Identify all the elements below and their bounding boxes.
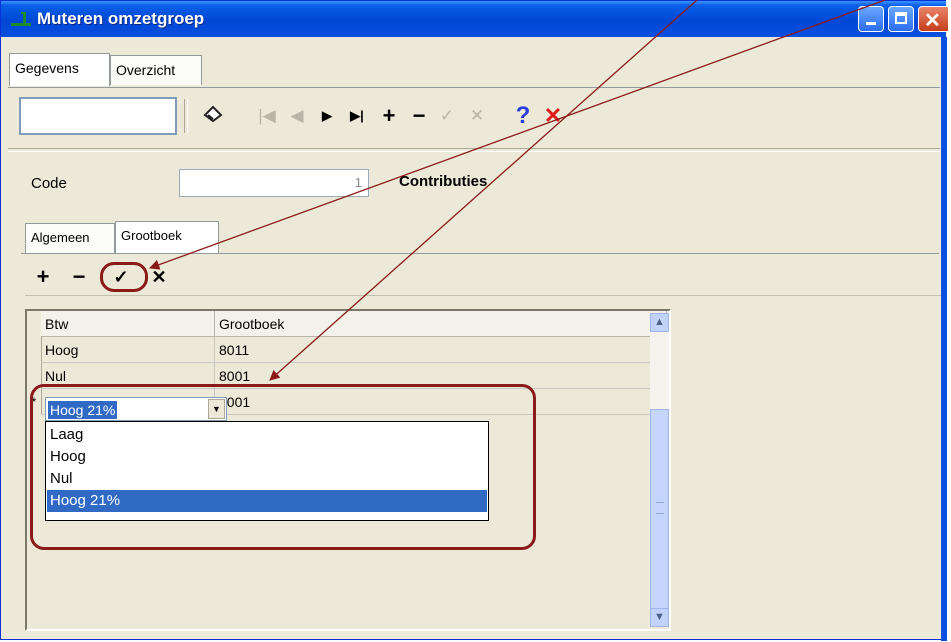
column-header-btw[interactable]: Btw: [41, 311, 215, 337]
window-title: Muteren omzetgroep: [37, 9, 205, 28]
scroll-down-icon[interactable]: ▼: [650, 608, 669, 627]
check-icon[interactable]: ✓: [435, 103, 459, 129]
annotation-highlight-dropdown: [30, 384, 536, 550]
plus-icon[interactable]: +: [377, 103, 401, 129]
grip-icon: [656, 502, 664, 514]
next-icon[interactable]: ▶: [315, 103, 339, 129]
minimize-button[interactable]: [858, 6, 884, 32]
window-border: [941, 37, 947, 641]
column-header-grootboek[interactable]: Grootboek: [215, 311, 667, 337]
first-icon[interactable]: |◀: [255, 103, 279, 129]
toolbar-separator: [184, 99, 188, 133]
scroll-up-icon[interactable]: ▲: [650, 313, 669, 332]
eraser-icon[interactable]: [201, 103, 225, 129]
scrollbar-thumb[interactable]: [650, 409, 669, 609]
code-label: Code: [31, 175, 67, 192]
detail-tab-divider: [21, 253, 939, 254]
tab-grootboek[interactable]: Grootboek: [115, 221, 219, 254]
grid-toolbar: + − ✓ ✕: [25, 259, 941, 296]
x-icon[interactable]: ✕: [147, 265, 171, 289]
last-icon[interactable]: ▶|: [345, 103, 369, 129]
code-field[interactable]: 1: [179, 169, 369, 197]
navigator-toolbar: |◀ ◀ ▶ ▶| + − ✓ ✕ ? ✕: [19, 97, 941, 139]
app-icon: [11, 12, 31, 26]
close-icon: ✕: [924, 10, 941, 32]
red-x-icon[interactable]: ✕: [541, 103, 565, 129]
previous-icon[interactable]: ◀: [285, 103, 309, 129]
title-bar[interactable]: Muteren omzetgroep ✕: [1, 1, 948, 37]
vertical-scrollbar[interactable]: ▲ ▼: [650, 313, 669, 627]
row-indicator[interactable]: [27, 337, 42, 363]
btw-cell[interactable]: Hoog: [41, 337, 215, 363]
tab-algemeen[interactable]: Algemeen: [25, 223, 115, 253]
search-input[interactable]: [19, 97, 177, 135]
minus-icon[interactable]: −: [407, 103, 431, 129]
plus-icon[interactable]: +: [31, 265, 55, 289]
annotation-highlight-check: [100, 262, 148, 292]
x-icon[interactable]: ✕: [465, 103, 489, 129]
maximize-button[interactable]: [888, 6, 914, 32]
grootboek-cell[interactable]: 8011: [215, 337, 667, 363]
panel-divider: [8, 148, 940, 152]
maximize-icon: [895, 12, 907, 24]
tab-divider: [8, 87, 940, 88]
row-indicator-header: [27, 311, 42, 337]
description-text: Contributies: [399, 173, 488, 190]
close-window-button[interactable]: ✕: [918, 6, 948, 32]
minimize-icon: [866, 22, 876, 25]
tab-overzicht[interactable]: Overzicht: [110, 55, 202, 85]
question-icon[interactable]: ?: [511, 103, 535, 129]
minus-icon[interactable]: −: [67, 265, 91, 289]
tab-gegevens[interactable]: Gegevens: [9, 53, 110, 86]
